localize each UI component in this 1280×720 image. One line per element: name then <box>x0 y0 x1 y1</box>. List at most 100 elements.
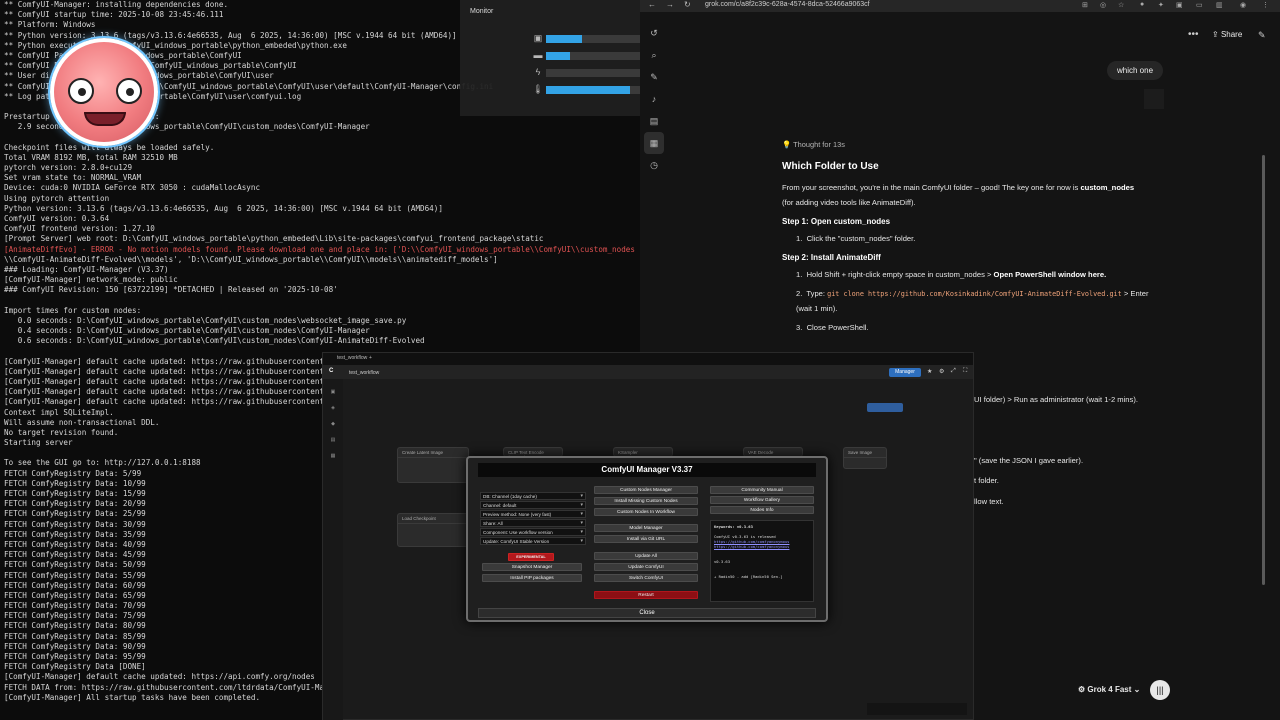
extension-icon[interactable]: ▣ <box>1176 1 1183 9</box>
puzzle-icon[interactable]: ✦ <box>1158 1 1164 9</box>
step1-heading: Step 1: Open custom_nodes <box>782 217 891 226</box>
profile-icon[interactable]: ● <box>1140 1 1144 8</box>
terminal-line: Total VRAM 8192 MB, total RAM 32510 MB <box>4 152 178 162</box>
expand-icon[interactable]: ⤢ <box>951 368 956 375</box>
git-command[interactable]: git clone https://github.com/Kosinkadink… <box>827 290 1122 298</box>
voice-mode-button[interactable]: ||| <box>1150 680 1170 700</box>
comfy-logo-icon[interactable]: C <box>329 368 333 374</box>
thought-label: Thought for 13s <box>793 140 845 149</box>
window-icon[interactable]: ▭ <box>1196 1 1203 9</box>
voice-icon[interactable]: ♪ <box>644 88 664 110</box>
install-git-url-button[interactable]: Install via Git URL <box>594 535 698 543</box>
workflows-icon[interactable]: ▤ <box>323 437 343 443</box>
model-label: Grok 4 Fast <box>1087 685 1132 694</box>
db-channel-select[interactable]: DB: Channel (1day cache) <box>480 492 586 500</box>
update-policy-select[interactable]: Update: ComfyUI Stable Version <box>480 537 586 545</box>
update-all-button[interactable]: Update All <box>594 552 698 560</box>
news-panel[interactable]: Keywords: v0.3.63 ComfyUI v0.3.63 is rel… <box>710 520 814 602</box>
experimental-badge: EXPERIMENTAL <box>508 553 554 561</box>
nodes-info-button[interactable]: Nodes Info <box>710 506 814 514</box>
component-select[interactable]: Component: Use workflow version <box>480 528 586 536</box>
model-selector[interactable]: ⚙ Grok 4 Fast ⌄ <box>1078 685 1140 694</box>
share-select[interactable]: Share: All <box>480 519 586 527</box>
user-avatar-icon[interactable]: ◉ <box>1240 1 1246 9</box>
message-thumbnail[interactable] <box>1144 89 1164 109</box>
settings-icon[interactable]: ⚙ <box>939 368 944 375</box>
model-library-icon[interactable]: ◆ <box>323 421 343 427</box>
install-pip-button[interactable]: Install PIP packages <box>482 574 582 582</box>
terminal-line: [ComfyUI-Manager] network_mode: public <box>4 275 178 285</box>
library-icon[interactable]: ▤ <box>644 110 664 132</box>
chat-scrollbar[interactable] <box>1262 155 1265 585</box>
step1-item: 1. Click the "custom_nodes" folder. <box>796 234 916 243</box>
canvas-controls[interactable] <box>867 703 967 715</box>
share-label: Share <box>1220 30 1243 39</box>
intro-bold: custom_nodes <box>1080 183 1135 192</box>
node-library-icon[interactable]: ◈ <box>323 405 343 411</box>
response-fragment: llow text. <box>974 497 1004 506</box>
close-button[interactable]: Close <box>478 608 816 618</box>
templates-icon[interactable]: ▦ <box>323 453 343 459</box>
update-comfyui-button[interactable]: Update ComfyUI <box>594 563 698 571</box>
node-empty-latent[interactable]: Create Latent Image <box>397 447 469 483</box>
workflow-name[interactable]: test_workflow <box>349 370 379 376</box>
star-icon[interactable]: ★ <box>927 368 932 375</box>
edit-icon[interactable]: ✎ <box>644 66 664 88</box>
step2-enter: > Enter <box>1121 289 1149 298</box>
thought-indicator[interactable]: 💡 Thought for 13s <box>782 140 1182 149</box>
nodes-in-workflow-button[interactable]: Custom Nodes In Workflow <box>594 508 698 516</box>
custom-nodes-manager-button[interactable]: Custom Nodes Manager <box>594 486 698 494</box>
more-options-icon[interactable]: ••• <box>1188 29 1199 40</box>
avatar-mouth <box>84 112 126 126</box>
search-icon[interactable]: ⌕ <box>644 44 664 66</box>
new-tab-icon[interactable]: + <box>369 355 372 361</box>
response-fragment: t folder. <box>974 476 999 485</box>
clock-icon[interactable]: ◷ <box>644 154 664 176</box>
manager-button[interactable]: Manager <box>889 368 921 377</box>
fullscreen-icon[interactable]: ⛶ <box>963 368 967 375</box>
restart-button[interactable]: Restart <box>594 591 698 599</box>
history-icon[interactable]: ↺ <box>644 22 664 44</box>
reload-icon[interactable]: ↻ <box>684 0 691 9</box>
sidebar-icon[interactable]: ▥ <box>1216 1 1223 9</box>
manager-title: ComfyUI Manager V3.37 <box>478 463 816 477</box>
terminal-line: ComfyUI frontend version: 1.27.10 <box>4 224 155 234</box>
back-icon[interactable]: ← <box>648 0 656 9</box>
community-manual-button[interactable]: Community Manual <box>710 486 814 494</box>
forward-icon[interactable]: → <box>666 0 674 9</box>
snapshot-manager-button[interactable]: Snapshot Manager <box>482 563 582 571</box>
monitor-bar-fill <box>546 52 571 60</box>
workflow-gallery-button[interactable]: Workflow Gallery <box>710 496 814 504</box>
run-button[interactable] <box>867 403 903 412</box>
preview-method-select[interactable]: Preview method: None (very fast) <box>480 510 586 518</box>
monitor-bar-fill <box>546 86 630 94</box>
channel-select[interactable]: Channel: default <box>480 501 586 509</box>
node-save-image[interactable]: Save Image <box>843 447 887 469</box>
files-icon[interactable]: ▦ <box>644 132 664 154</box>
intro-text-2: (for adding video tools like AnimateDiff… <box>782 197 916 207</box>
terminal-line: Import times for custom nodes: <box>4 305 142 315</box>
step2-wait: (wait 1 min). <box>796 303 838 313</box>
queue-icon[interactable]: ▣ <box>323 389 343 395</box>
extension-icon[interactable]: ⊞ <box>1082 1 1088 9</box>
address-bar[interactable]: grok.com/c/a8f2c39c-628a-4574-8dca-52466… <box>705 1 870 8</box>
switch-comfyui-button[interactable]: Switch ComfyUI <box>594 574 698 582</box>
menu-icon[interactable]: ⋮ <box>1262 1 1269 9</box>
avatar-left-eye <box>68 78 94 104</box>
bookmark-icon[interactable]: ☆ <box>1118 1 1124 9</box>
eye-off-icon[interactable]: ◎ <box>1100 1 1106 9</box>
terminal-line: ### ComfyUI Revision: 150 [63722199] *DE… <box>4 285 338 295</box>
gpu-icon: ▣ <box>533 33 543 43</box>
install-missing-nodes-button[interactable]: Install Missing Custom Nodes <box>594 497 698 505</box>
model-manager-button[interactable]: Model Manager <box>594 524 698 532</box>
new-chat-icon[interactable]: ✎ <box>1258 30 1266 41</box>
node-load-checkpoint[interactable]: Load Checkpoint <box>397 513 469 547</box>
terminal-line: \\ComfyUI-AnimateDiff-Evolved\\models', … <box>4 254 498 264</box>
workflow-tab[interactable]: test_workflow <box>337 355 367 361</box>
terminal-line: Device: cuda:0 NVIDIA GeForce RTX 3050 :… <box>4 183 261 193</box>
share-button[interactable]: ⇪ Share <box>1212 30 1242 39</box>
monitor-bar-fill <box>546 35 583 43</box>
terminal-line: 0.0 seconds: D:\ComfyUI_windows_portable… <box>4 315 407 325</box>
news-link[interactable]: https://github.com/comfyanonymous <box>714 544 810 549</box>
